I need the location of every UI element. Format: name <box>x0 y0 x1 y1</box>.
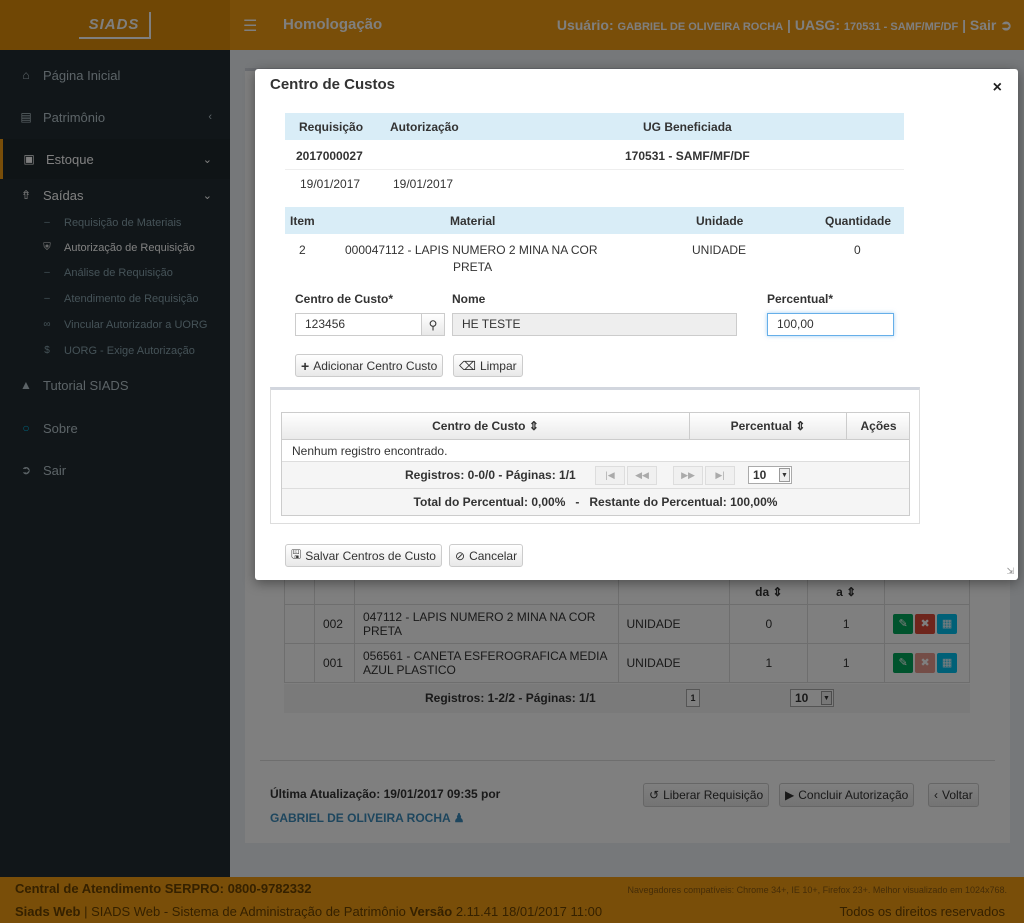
resize-handle-icon[interactable]: ⇲ <box>1006 566 1014 577</box>
first-page-icon[interactable]: |◀ <box>595 466 625 485</box>
adicionar-centro-custo-button[interactable]: + Adicionar Centro Custo <box>295 354 444 377</box>
dropdown-arrow-icon: ▼ <box>779 468 790 482</box>
col-header-acoes: Ações <box>860 419 897 433</box>
paginator: Registros: 0-0/0 - Páginas: 1/1 |◀ ◀◀ ▶▶… <box>282 462 909 489</box>
limpar-button[interactable]: ⌫ Limpar <box>453 354 523 377</box>
centro-custo-label: Centro de Custo* <box>295 292 394 306</box>
close-icon[interactable]: × <box>993 79 1002 97</box>
centros-custo-table: Centro de Custo ⇕ Percentual ⇕ Ações Nen… <box>281 412 910 516</box>
item-quantidade: 0 <box>854 243 861 257</box>
divider <box>285 169 904 170</box>
dialog-title: Centro de Custos <box>270 76 396 93</box>
table-header: Centro de Custo ⇕ Percentual ⇕ Ações <box>282 413 909 440</box>
item-numero: 2 <box>299 243 306 257</box>
empty-message: Nenhum registro encontrado. <box>282 440 909 462</box>
nome-label: Nome <box>452 292 486 306</box>
ban-icon: ⊘ <box>455 548 466 563</box>
total-percentual: Total do Percentual: 0,00% - Restante do… <box>282 489 909 515</box>
prev-page-icon[interactable]: ◀◀ <box>627 466 657 485</box>
item-unidade: UNIDADE <box>692 243 747 257</box>
sort-icon: ⇕ <box>528 419 539 433</box>
cancelar-button[interactable]: ⊘ Cancelar <box>449 544 524 567</box>
requisicao-header: Requisição Autorização UG Beneficiada <box>285 113 904 140</box>
percentual-label: Percentual* <box>767 292 834 306</box>
item-header: Item Material Unidade Quantidade <box>285 207 904 234</box>
requisicao-numero: 2017000027 <box>296 149 363 163</box>
plus-icon: + <box>301 357 310 374</box>
centros-custo-panel: Centro de Custo ⇕ Percentual ⇕ Ações Nen… <box>270 387 920 524</box>
data-requisicao: 19/01/2017 <box>300 177 361 191</box>
centro-custo-input[interactable]: 123456 <box>295 313 422 336</box>
paginator-info: Registros: 0-0/0 - Páginas: 1/1 <box>405 468 576 482</box>
sort-icon: ⇕ <box>795 419 806 433</box>
col-header-percentual[interactable]: Percentual ⇕ <box>690 413 847 439</box>
col-header-centro-custo[interactable]: Centro de Custo ⇕ <box>282 413 690 439</box>
salvar-centros-custo-button[interactable]: 🖫 Salvar Centros de Custo <box>285 544 442 567</box>
next-page-icon[interactable]: ▶▶ <box>673 466 703 485</box>
eraser-icon: ⌫ <box>459 358 476 373</box>
last-page-icon[interactable]: ▶| <box>705 466 735 485</box>
ug-beneficiada: 170531 - SAMF/MF/DF <box>625 149 750 163</box>
search-icon[interactable]: ⚲ <box>421 313 445 336</box>
nome-input: HE TESTE <box>452 313 737 336</box>
percentual-input[interactable]: 100,00 <box>767 313 894 336</box>
save-icon: 🖫 <box>291 547 302 561</box>
item-material: 000047112 - LAPIS NUMERO 2 MINA NA COR <box>345 243 598 257</box>
item-material-cont: PRETA <box>453 260 493 274</box>
centro-custos-dialog: Centro de Custos × Requisição Autorizaçã… <box>255 69 1018 580</box>
rows-per-page-select[interactable]: 10 ▼ <box>748 466 792 484</box>
data-autorizacao: 19/01/2017 <box>393 177 454 191</box>
